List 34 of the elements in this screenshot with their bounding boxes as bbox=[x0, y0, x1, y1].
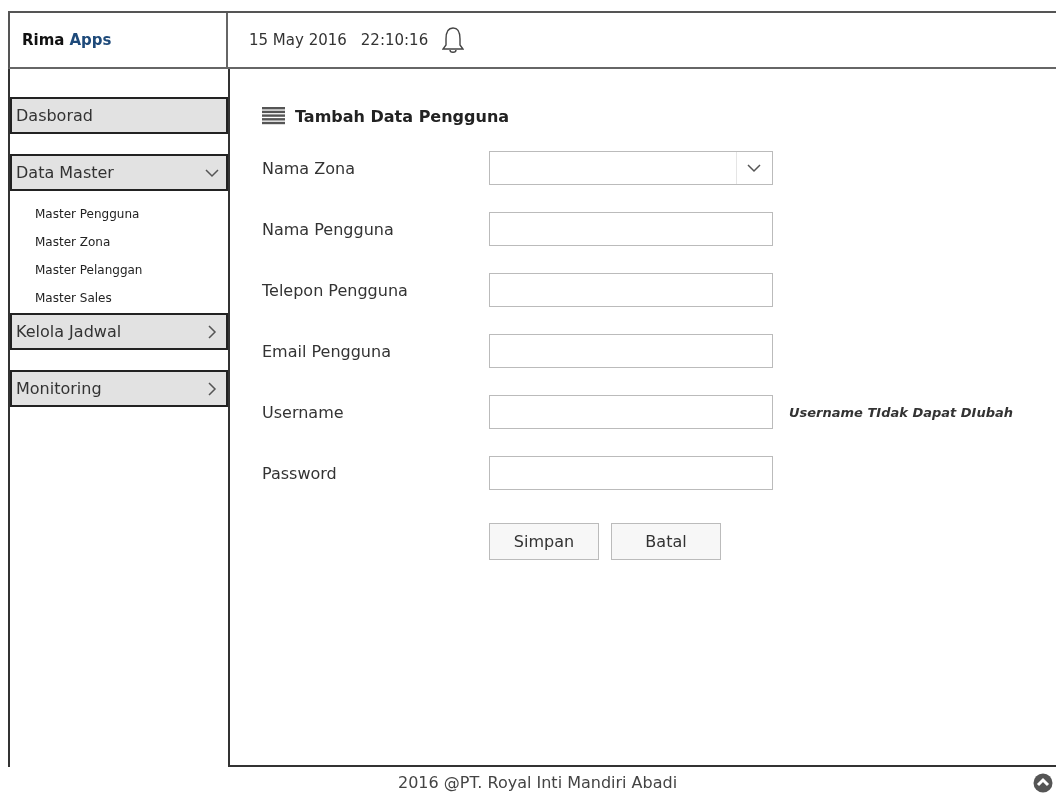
menu-item[interactable]: Kelola Jadwal bbox=[10, 313, 228, 350]
bell-icon[interactable] bbox=[442, 26, 465, 54]
menu-icon[interactable] bbox=[262, 107, 285, 125]
field-label: Nama Pengguna bbox=[262, 219, 395, 239]
scroll-up-icon[interactable] bbox=[1033, 773, 1053, 793]
menu-item[interactable]: Monitoring bbox=[10, 370, 228, 407]
field-note: Username TIdak Dapat DIubah bbox=[789, 404, 1013, 420]
submenu-item[interactable]: Master Zona bbox=[35, 235, 111, 249]
form-title: Tambah Data Pengguna bbox=[295, 106, 510, 126]
menu-label: Monitoring bbox=[16, 379, 102, 398]
menu-item[interactable]: Data Master bbox=[10, 154, 228, 191]
form-button[interactable]: Batal bbox=[611, 523, 721, 560]
form-button[interactable]: Simpan bbox=[489, 523, 599, 560]
field-label: Username bbox=[262, 402, 345, 422]
input-field[interactable] bbox=[489, 212, 773, 246]
input-field[interactable] bbox=[489, 334, 773, 368]
select-field[interactable] bbox=[489, 151, 773, 185]
field-label: Telepon Pengguna bbox=[262, 280, 409, 300]
field-label: Nama Zona bbox=[262, 158, 356, 178]
menu-label: Data Master bbox=[16, 163, 114, 182]
input-field[interactable] bbox=[489, 456, 773, 490]
input-field[interactable] bbox=[489, 273, 773, 307]
submenu-item[interactable]: Master Sales bbox=[35, 291, 112, 305]
footer-text: 2016 @PT. Royal Inti Mandiri Abadi bbox=[398, 772, 678, 792]
date-text: 15 May 2016 bbox=[249, 31, 347, 49]
menu-item[interactable]: Dasborad bbox=[10, 97, 228, 134]
time-text: 22:10:16 bbox=[360, 31, 429, 49]
app-brand: Rima Apps bbox=[10, 13, 228, 67]
submenu-item[interactable]: Master Pengguna bbox=[35, 207, 140, 221]
field-label: Password bbox=[262, 463, 338, 483]
submenu-item[interactable]: Master Pelanggan bbox=[35, 263, 143, 277]
menu-label: Kelola Jadwal bbox=[16, 322, 122, 341]
field-label: Email Pengguna bbox=[262, 341, 392, 361]
input-field[interactable] bbox=[489, 395, 773, 429]
